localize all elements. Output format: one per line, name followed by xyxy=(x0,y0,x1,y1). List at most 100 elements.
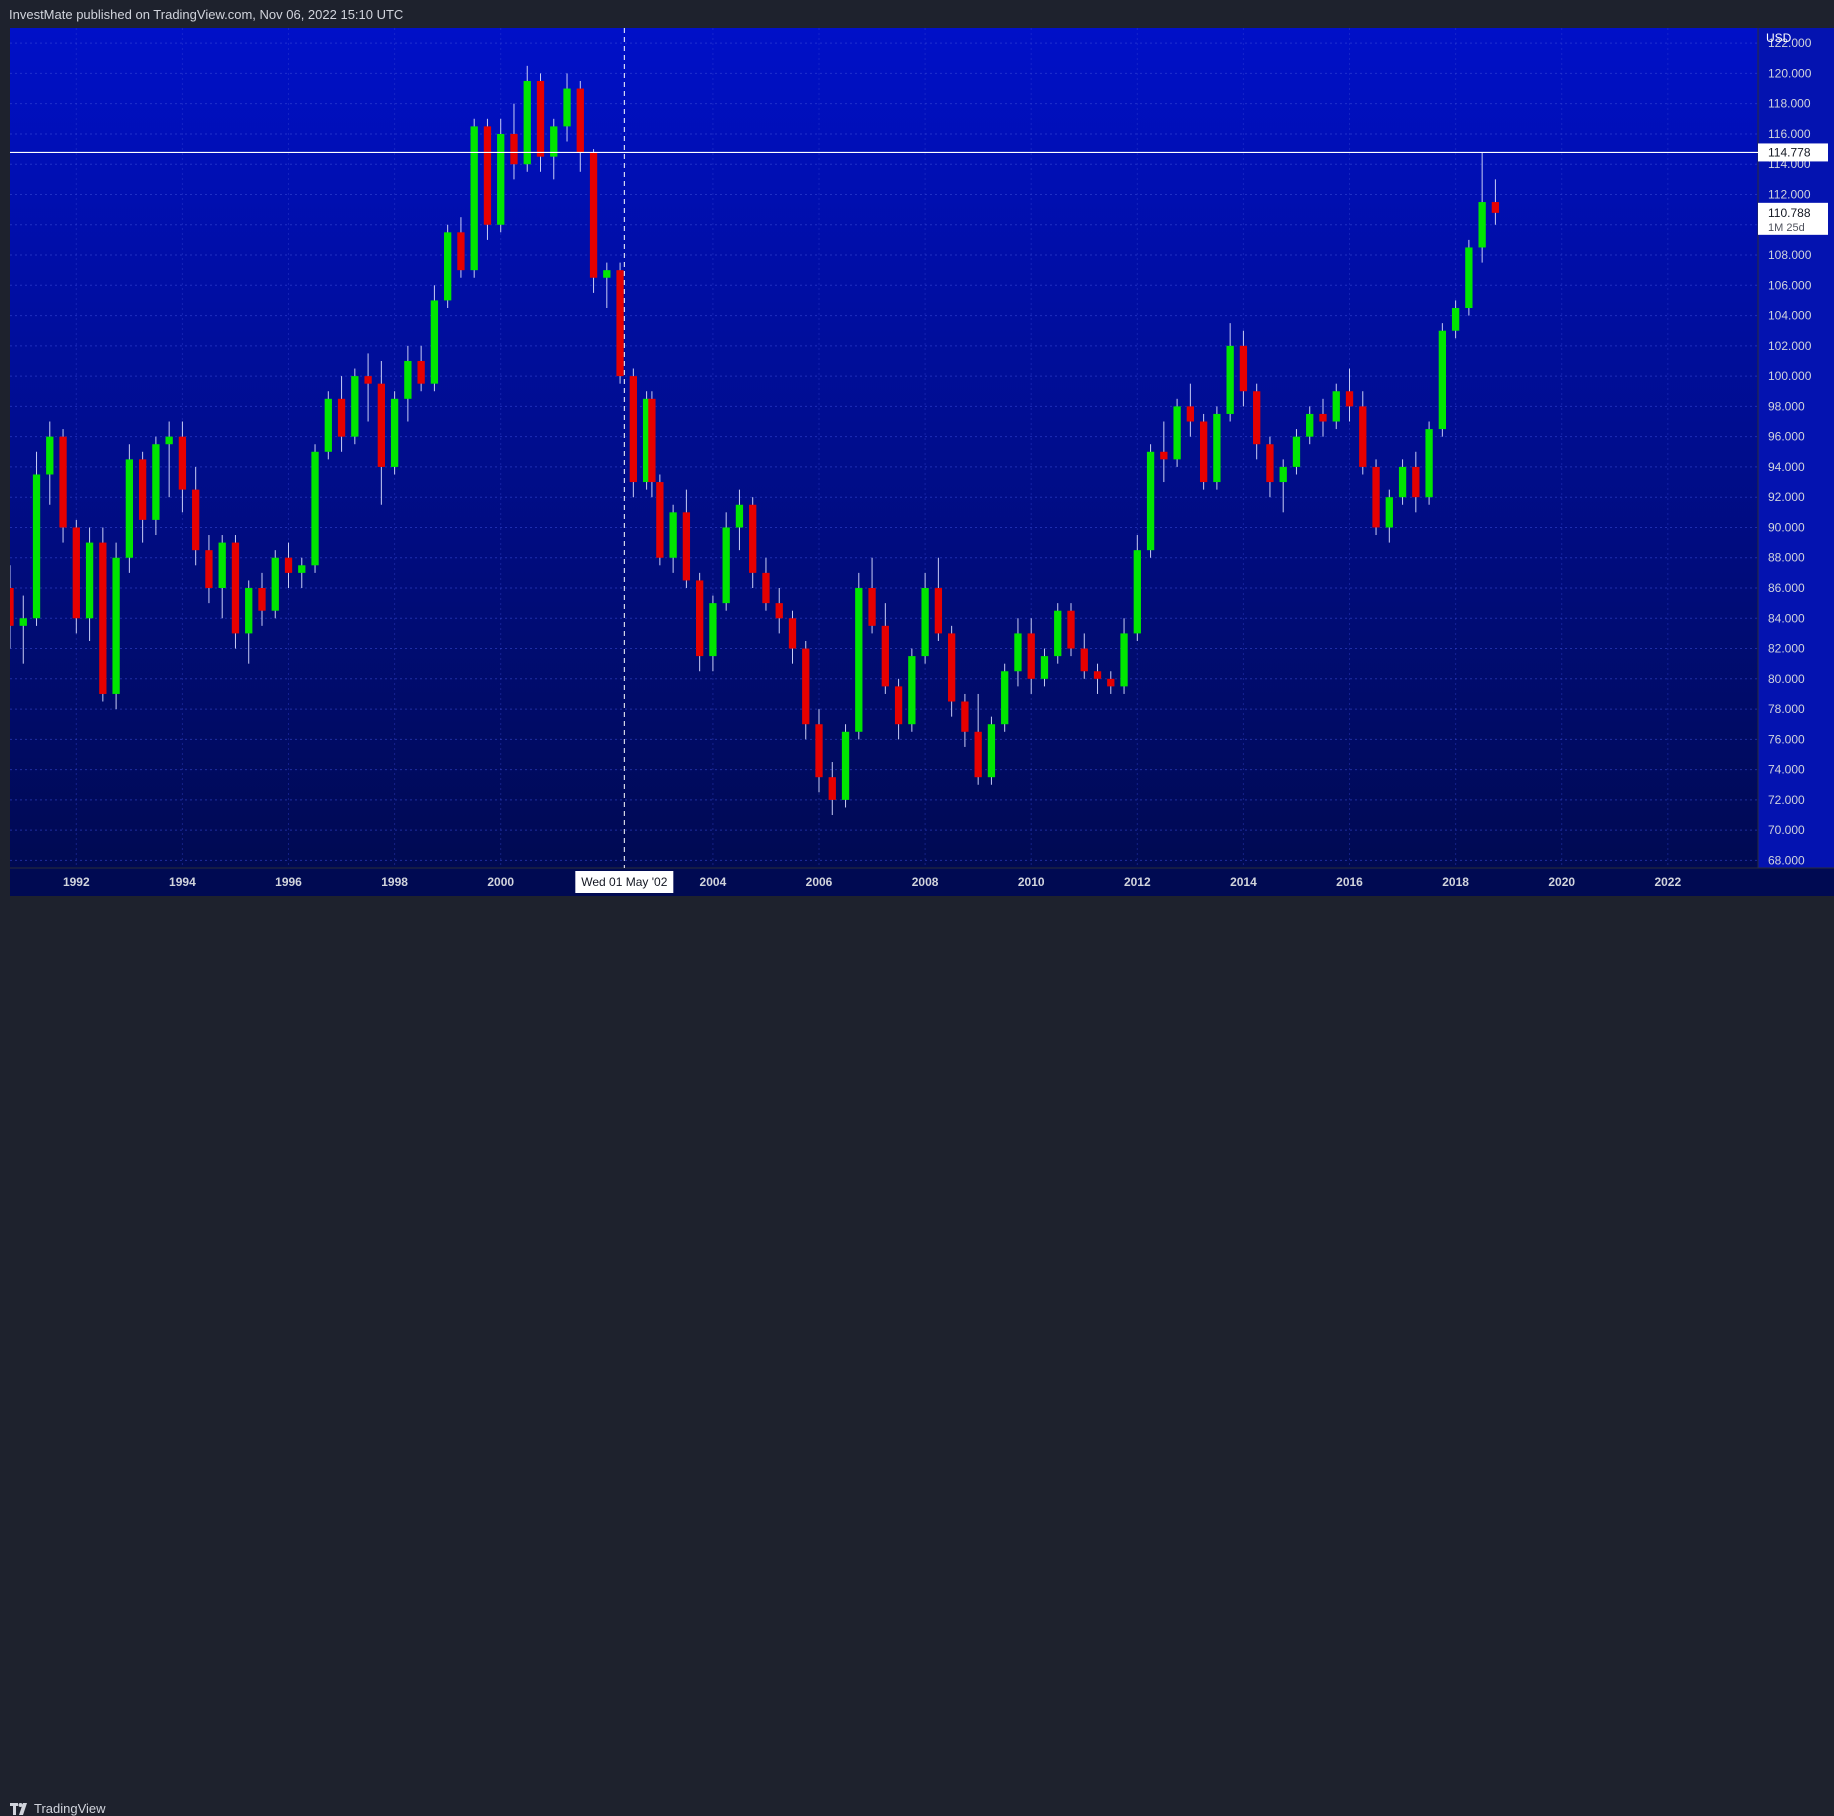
y-tick-label: 88.000 xyxy=(1768,551,1805,565)
candle-body xyxy=(855,588,863,732)
candle-body xyxy=(1146,451,1155,551)
candle-body xyxy=(59,436,67,528)
candle-body xyxy=(1067,610,1075,649)
candle-body xyxy=(841,731,850,800)
candle-body xyxy=(430,300,439,384)
y-tick-label: 108.000 xyxy=(1768,248,1812,262)
candle-body xyxy=(1398,466,1407,498)
candle-body xyxy=(802,648,810,725)
candle xyxy=(523,65,531,172)
candle-body xyxy=(709,603,717,657)
candle-body xyxy=(987,724,996,778)
candle xyxy=(430,285,439,392)
chart-frame[interactable]: 68.000 70.000 72.000 74.000 76.000 78.000 80.0… xyxy=(10,28,1834,896)
candle-body xyxy=(337,398,346,437)
candle-body xyxy=(377,383,385,467)
candle-body xyxy=(1173,406,1181,460)
y-tick-label: 96.000 xyxy=(1768,430,1805,444)
candle xyxy=(271,550,279,619)
y-tick-label: 78.000 xyxy=(1768,702,1805,716)
candle xyxy=(1067,603,1075,657)
candle-body xyxy=(32,474,41,619)
candle xyxy=(1173,398,1181,467)
candle-body xyxy=(444,232,452,301)
candle-body xyxy=(828,777,836,800)
plot-background xyxy=(10,28,1758,868)
candle xyxy=(589,149,598,293)
candle xyxy=(497,118,505,233)
candle-body xyxy=(497,133,505,225)
candle xyxy=(59,429,67,543)
candle-body xyxy=(1040,656,1049,679)
x-tick-label: 2020 xyxy=(1548,875,1575,889)
candle-body xyxy=(1438,330,1446,430)
candle-body xyxy=(112,557,120,694)
candle xyxy=(444,224,452,308)
candle xyxy=(1465,239,1473,316)
candle-body xyxy=(470,126,478,271)
y-tick-label: 82.000 xyxy=(1768,642,1805,656)
candle-body xyxy=(682,512,691,581)
y-tick-label: 72.000 xyxy=(1768,793,1805,807)
candle-body xyxy=(1213,413,1221,483)
y-tick-label: 102.000 xyxy=(1768,339,1812,353)
candle-body xyxy=(576,88,584,153)
candle-body xyxy=(1120,633,1128,687)
candle xyxy=(908,648,916,732)
candle-body xyxy=(457,232,465,271)
candle-body xyxy=(152,444,160,520)
candle-body xyxy=(894,686,903,725)
candle xyxy=(629,368,637,498)
candle-body xyxy=(311,451,319,566)
candle xyxy=(351,368,359,445)
candle-body xyxy=(1412,466,1420,498)
candle-body xyxy=(947,633,956,702)
price-chart[interactable]: 68.000 70.000 72.000 74.000 76.000 78.000 80.0… xyxy=(10,28,1834,896)
candle-body xyxy=(218,542,226,588)
x-tick-label: 1992 xyxy=(63,875,90,889)
x-tick-label: 2006 xyxy=(806,875,833,889)
candle-body xyxy=(563,88,571,127)
candle-body xyxy=(735,504,744,528)
candle xyxy=(483,118,492,240)
candle-body xyxy=(1160,451,1168,460)
candle xyxy=(311,444,319,573)
candle-body xyxy=(749,504,757,573)
candle-body xyxy=(1054,610,1062,657)
candle-body xyxy=(1332,391,1340,422)
candle-body xyxy=(46,436,54,475)
y-tick-label: 118.000 xyxy=(1768,97,1811,111)
y-tick-label: 116.000 xyxy=(1768,127,1811,141)
candle-body xyxy=(881,625,889,687)
candle-body xyxy=(205,550,213,588)
candle-body xyxy=(1425,429,1433,498)
y-tick-label: 92.000 xyxy=(1768,490,1805,504)
candle-body xyxy=(589,152,598,278)
tradingview-logo-icon xyxy=(10,1802,27,1815)
candle xyxy=(987,716,996,785)
y-tick-label: 76.000 xyxy=(1768,732,1805,746)
candle-body xyxy=(1372,466,1380,528)
candle xyxy=(1146,444,1155,558)
candle xyxy=(855,572,863,740)
candle-body xyxy=(868,588,876,626)
candle-body xyxy=(696,580,704,657)
candle-body xyxy=(1080,648,1088,672)
y-tick-label: 80.000 xyxy=(1768,672,1805,686)
candle xyxy=(231,535,240,649)
tradingview-logo[interactable]: TradingView xyxy=(10,1801,106,1816)
currency-label: USD xyxy=(1766,31,1792,45)
crosshair-price-label: 114.778 xyxy=(1768,145,1811,159)
candle-body xyxy=(271,557,279,611)
candle-body xyxy=(1292,436,1301,467)
candle-body xyxy=(19,618,27,626)
candle-body xyxy=(603,270,611,278)
candle xyxy=(841,724,850,808)
candle-body xyxy=(1186,406,1195,422)
candle-body xyxy=(788,618,797,649)
candle-body xyxy=(390,398,399,467)
candle-body xyxy=(510,133,518,165)
bottom-bar: TradingView xyxy=(0,896,1834,1816)
candle-body xyxy=(245,588,253,634)
candle-body xyxy=(1093,671,1102,679)
